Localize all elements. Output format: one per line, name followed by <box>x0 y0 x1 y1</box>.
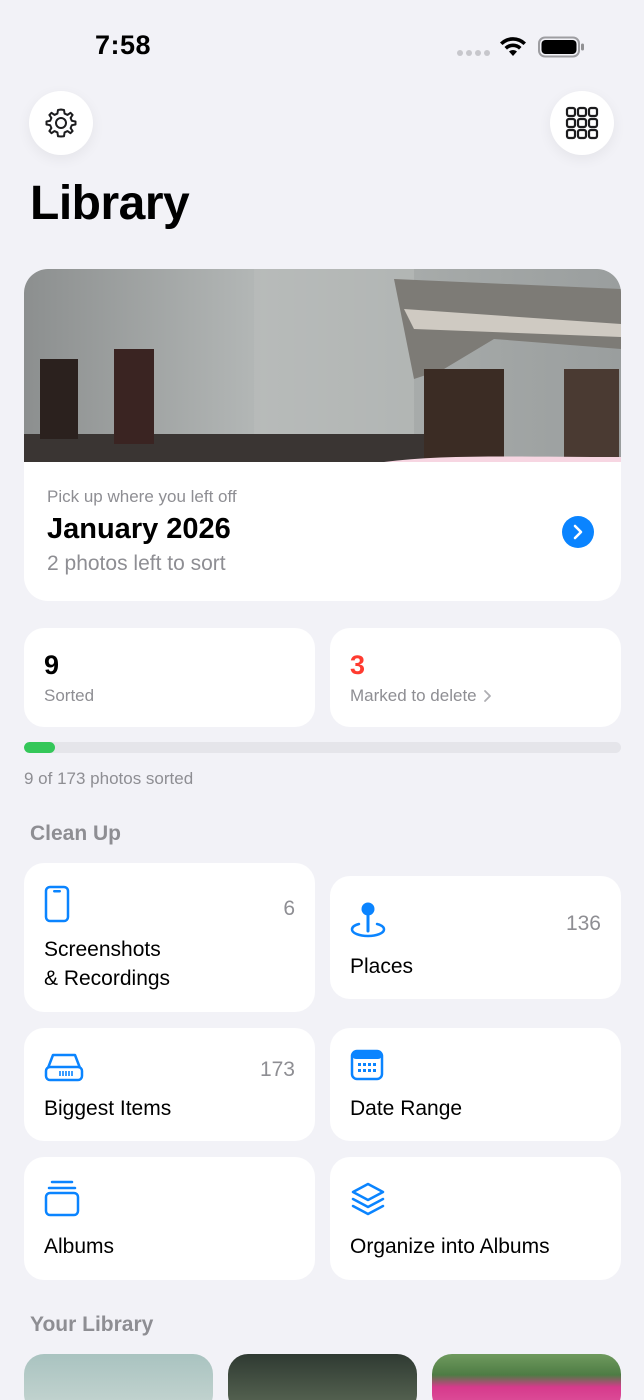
albums-icon <box>44 1180 80 1217</box>
clean-up-section-title: Clean Up <box>30 822 122 845</box>
resume-subtitle: 2 photos left to sort <box>47 552 226 575</box>
sort-progress-fill <box>24 742 56 753</box>
organize-into-albums-tile[interactable]: Organize into Albums <box>330 1157 621 1280</box>
chevron-right-icon <box>573 524 583 540</box>
resume-cover-photo <box>24 269 621 462</box>
page-title: Library <box>30 177 190 230</box>
calendar-icon <box>350 1049 384 1081</box>
sort-progress-bar <box>24 742 621 753</box>
biggest-items-count: 173 <box>259 1058 295 1081</box>
resume-title: January 2026 <box>47 513 231 545</box>
date-range-label: Date Range <box>350 1097 463 1120</box>
map-pin-icon <box>350 902 386 938</box>
biggest-items-label: Biggest Items <box>44 1097 172 1120</box>
grid-view-button[interactable] <box>550 91 614 155</box>
organize-into-albums-label: Organize into Albums <box>350 1235 550 1258</box>
chevron-right-icon <box>483 690 491 702</box>
sorted-stat-card: 9 Sorted <box>24 628 315 727</box>
sort-progress-text: 9 of 173 photos sorted <box>24 769 194 788</box>
places-label: Places <box>350 955 414 978</box>
phone-icon <box>44 885 70 923</box>
sorted-label: Sorted <box>44 686 95 705</box>
albums-tile[interactable]: Albums <box>24 1157 315 1280</box>
library-thumbnail[interactable] <box>432 1354 621 1400</box>
status-bar: 7:58 <box>0 0 644 90</box>
resume-kicker: Pick up where you left off <box>47 487 237 506</box>
albums-label: Albums <box>44 1235 115 1258</box>
marked-to-delete-label: Marked to delete <box>350 686 492 706</box>
stack-icon <box>351 1182 385 1216</box>
wifi-icon <box>500 37 526 56</box>
settings-button[interactable] <box>29 91 93 155</box>
places-tile[interactable]: 136 Places <box>330 876 621 999</box>
biggest-items-tile[interactable]: 173 Biggest Items <box>24 1028 315 1141</box>
screenshots-label: Screenshots & Recordings <box>44 938 171 990</box>
resume-continue-button[interactable] <box>562 516 594 548</box>
resume-sorting-card[interactable]: Pick up where you left off January 2026 … <box>24 269 621 601</box>
marked-to-delete-count: 3 <box>350 650 366 680</box>
battery-icon <box>538 36 584 58</box>
cellular-signal-icon <box>457 50 490 56</box>
places-count: 136 <box>565 912 601 935</box>
screenshots-count: 6 <box>283 897 295 920</box>
library-thumbnail[interactable] <box>24 1354 213 1400</box>
date-range-tile[interactable]: Date Range <box>330 1028 621 1141</box>
status-time: 7:58 <box>95 30 152 60</box>
grid-icon <box>565 106 599 140</box>
sorted-count: 9 <box>44 650 60 680</box>
library-thumbnail[interactable] <box>228 1354 417 1400</box>
hard-drive-icon <box>44 1053 84 1082</box>
screenshots-recordings-tile[interactable]: 6 Screenshots & Recordings <box>24 863 315 1012</box>
gear-icon <box>45 108 77 138</box>
marked-to-delete-card[interactable]: 3 Marked to delete <box>330 628 621 727</box>
your-library-section-title: Your Library <box>30 1313 154 1336</box>
